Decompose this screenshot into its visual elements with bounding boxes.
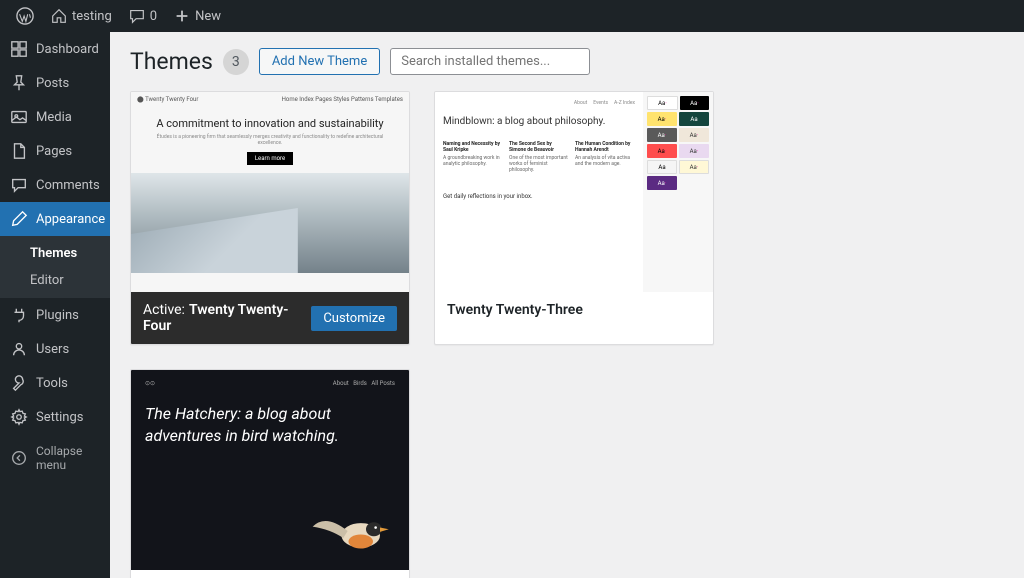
theme-screenshot: AboutEventsA-Z Index Mindblown: a blog a…: [435, 92, 713, 292]
submenu-item-editor[interactable]: Editor: [0, 267, 110, 294]
site-name: testing: [72, 9, 112, 24]
menu-label: Pages: [36, 144, 72, 159]
menu-item-settings[interactable]: Settings: [0, 400, 110, 434]
home-icon: [50, 7, 68, 25]
wrench-icon: [10, 374, 28, 392]
settings-icon: [10, 408, 28, 426]
collapse-menu[interactable]: Collapse menu: [0, 434, 110, 482]
main-content: Themes 3 Add New Theme ⬤ Twenty Twenty F…: [110, 32, 1024, 578]
brush-icon: [10, 210, 28, 228]
collapse-icon: [10, 449, 28, 467]
menu-item-users[interactable]: Users: [0, 332, 110, 366]
theme-screenshot: ⬤ Twenty Twenty FourHome Index Pages Sty…: [131, 92, 409, 292]
menu-item-pages[interactable]: Pages: [0, 134, 110, 168]
menu-label: Tools: [36, 376, 68, 391]
search-themes-input[interactable]: [390, 48, 590, 75]
add-new-theme-button[interactable]: Add New Theme: [259, 48, 380, 75]
pin-icon: [10, 74, 28, 92]
menu-label: Posts: [36, 76, 69, 91]
admin-topbar: testing 0 New: [0, 0, 1024, 32]
theme-footer: Active:Twenty Twenty-Four Customize: [131, 292, 409, 344]
bird-illustration: [307, 496, 397, 566]
comment-icon: [10, 176, 28, 194]
submenu-item-themes[interactable]: Themes: [0, 240, 110, 267]
user-icon: [10, 340, 28, 358]
plug-icon: [10, 306, 28, 324]
dashboard-icon: [10, 40, 28, 58]
page-icon: [10, 142, 28, 160]
menu-label: Users: [36, 342, 69, 357]
theme-count-badge: 3: [223, 49, 249, 75]
media-icon: [10, 108, 28, 126]
comment-icon: [128, 7, 146, 25]
comments-count: 0: [150, 9, 157, 24]
theme-card-1[interactable]: AboutEventsA-Z Index Mindblown: a blog a…: [434, 91, 714, 345]
appearance-submenu: ThemesEditor: [0, 236, 110, 298]
menu-item-appearance[interactable]: Appearance: [0, 202, 110, 236]
admin-sidebar: Dashboard Posts Media Pages Comments Appearan…: [0, 32, 110, 578]
menu-item-media[interactable]: Media: [0, 100, 110, 134]
menu-label: Plugins: [36, 308, 79, 323]
theme-screenshot: ⊙⊙About Birds All Posts The Hatchery: a …: [131, 370, 409, 570]
menu-item-comments[interactable]: Comments: [0, 168, 110, 202]
menu-item-tools[interactable]: Tools: [0, 366, 110, 400]
theme-footer: Twenty Twenty-Three: [435, 292, 713, 328]
wp-logo[interactable]: [8, 7, 42, 25]
menu-label: Dashboard: [36, 42, 99, 57]
new-label: New: [195, 9, 221, 24]
page-title: Themes: [130, 48, 213, 75]
themes-grid: ⬤ Twenty Twenty FourHome Index Pages Sty…: [130, 91, 1004, 578]
menu-label: Appearance: [36, 212, 105, 227]
customize-button[interactable]: Customize: [311, 306, 397, 331]
new-link[interactable]: New: [165, 7, 229, 25]
menu-label: Settings: [36, 410, 83, 425]
plus-icon: [173, 7, 191, 25]
menu-item-dashboard[interactable]: Dashboard: [0, 32, 110, 66]
collapse-label: Collapse menu: [36, 444, 100, 472]
theme-card-2[interactable]: ⊙⊙About Birds All Posts The Hatchery: a …: [130, 369, 410, 578]
active-label: Active:: [143, 302, 185, 318]
theme-card-0[interactable]: ⬤ Twenty Twenty FourHome Index Pages Sty…: [130, 91, 410, 345]
comments-link[interactable]: 0: [120, 7, 165, 25]
menu-item-plugins[interactable]: Plugins: [0, 298, 110, 332]
wordpress-icon: [16, 7, 34, 25]
site-link[interactable]: testing: [42, 7, 120, 25]
page-header: Themes 3 Add New Theme: [130, 48, 1004, 75]
menu-item-posts[interactable]: Posts: [0, 66, 110, 100]
menu-label: Comments: [36, 178, 100, 193]
theme-footer: Twenty Twenty-Two: [131, 570, 409, 578]
theme-name: Twenty Twenty-Three: [447, 302, 583, 318]
menu-label: Media: [36, 110, 72, 125]
